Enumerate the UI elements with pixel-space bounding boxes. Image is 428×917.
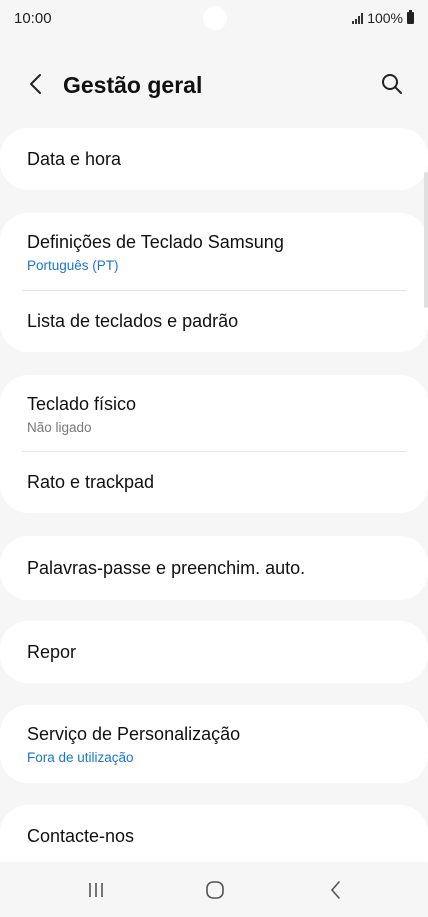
contact-us-item[interactable]: Contacte-nos xyxy=(0,805,428,862)
back-nav-button[interactable] xyxy=(316,876,356,904)
card-input-devices: Teclado físico Não ligado Rato e trackpa… xyxy=(0,375,428,513)
reset-item[interactable]: Repor xyxy=(0,621,428,683)
screen: 10:00 100% Gestão geral Data e hora Defi… xyxy=(0,0,428,917)
samsung-keyboard-subtitle: Português (PT) xyxy=(27,258,119,273)
card-customization: Serviço de Personalização Fora de utiliz… xyxy=(0,705,428,783)
mouse-trackpad-title: Rato e trackpad xyxy=(27,472,155,492)
card-reset: Repor xyxy=(0,621,428,683)
card-date-time: Data e hora xyxy=(0,128,428,190)
home-icon xyxy=(206,881,224,899)
customization-service-title: Serviço de Personalização xyxy=(27,724,241,744)
physical-keyboard-title: Teclado físico xyxy=(27,394,137,414)
chevron-left-icon xyxy=(30,74,41,94)
scrollbar[interactable] xyxy=(424,172,428,308)
date-time-title: Data e hora xyxy=(27,149,122,169)
app-header: Gestão geral xyxy=(0,56,428,116)
card-keyboard: Definições de Teclado Samsung Português … xyxy=(0,213,428,352)
date-time-item[interactable]: Data e hora xyxy=(0,128,428,190)
search-button[interactable] xyxy=(376,68,408,100)
recents-icon xyxy=(89,883,103,897)
customization-service-item[interactable]: Serviço de Personalização Fora de utiliz… xyxy=(0,705,428,783)
status-right: 100% xyxy=(352,10,414,26)
physical-keyboard-item[interactable]: Teclado físico Não ligado xyxy=(0,375,428,451)
samsung-keyboard-title: Definições de Teclado Samsung xyxy=(27,232,284,252)
passwords-autofill-title: Palavras-passe e preenchim. auto. xyxy=(27,558,306,578)
physical-keyboard-subtitle: Não ligado xyxy=(27,420,92,435)
search-icon xyxy=(382,74,402,94)
camera-cutout xyxy=(203,6,227,30)
signal-icon xyxy=(352,12,364,24)
mouse-trackpad-item[interactable]: Rato e trackpad xyxy=(0,452,428,513)
battery-icon xyxy=(407,10,414,24)
back-icon xyxy=(331,881,340,899)
customization-service-subtitle: Fora de utilização xyxy=(27,750,134,765)
navigation-bar xyxy=(0,862,428,917)
card-passwords: Palavras-passe e preenchim. auto. xyxy=(0,536,428,600)
page-title: Gestão geral xyxy=(63,72,203,98)
back-button[interactable] xyxy=(20,68,52,100)
contact-us-title: Contacte-nos xyxy=(27,826,135,846)
status-bar: 10:00 100% xyxy=(0,0,428,38)
status-time: 10:00 xyxy=(14,10,52,27)
passwords-autofill-item[interactable]: Palavras-passe e preenchim. auto. xyxy=(0,536,428,600)
reset-title: Repor xyxy=(27,642,77,662)
battery-percent: 100% xyxy=(367,10,403,26)
recents-button[interactable] xyxy=(76,876,116,904)
samsung-keyboard-item[interactable]: Definições de Teclado Samsung Português … xyxy=(0,213,428,290)
keyboard-list-title: Lista de teclados e padrão xyxy=(27,311,239,331)
home-button[interactable] xyxy=(195,876,235,904)
keyboard-list-item[interactable]: Lista de teclados e padrão xyxy=(0,291,428,352)
